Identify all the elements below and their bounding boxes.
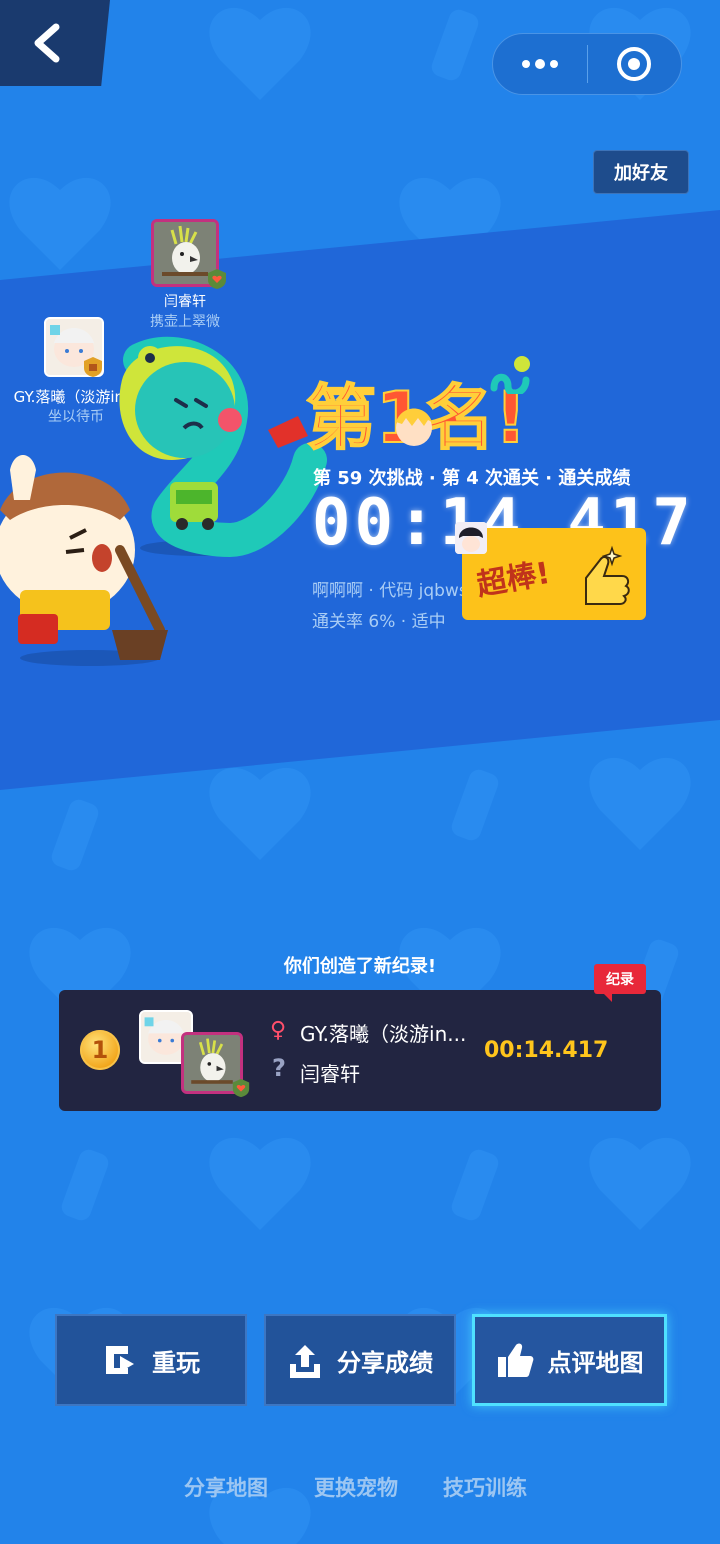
unknown-gender-icon: ?: [272, 1054, 286, 1082]
dark-hair-avatar-icon: [455, 522, 487, 554]
back-button[interactable]: [0, 0, 110, 86]
map-info: 啊啊啊 · 代码 jqbws: [312, 581, 468, 601]
share-result-button[interactable]: 分享成绩: [264, 1314, 456, 1406]
upload-share-icon: [290, 1345, 320, 1378]
record-tag: 纪录: [594, 964, 646, 1002]
player2-name: 闫睿轩: [164, 294, 206, 310]
great-badge: 超棒!: [462, 528, 646, 620]
skill-training-link[interactable]: 技巧训练: [443, 1472, 527, 1502]
close-mini-program-button[interactable]: [588, 34, 682, 94]
add-friend-button[interactable]: 加好友: [593, 150, 689, 194]
pass-rate-info: 通关率 6% · 适中: [312, 612, 446, 632]
change-pet-link[interactable]: 更换宠物: [314, 1472, 398, 1502]
chibi-character-icon: [396, 408, 432, 446]
record-player1-name: GY.落曦（淡游in...: [300, 1022, 467, 1046]
great-badge-text: 超棒!: [474, 555, 553, 604]
target-circle-icon: [617, 47, 652, 81]
more-dots-icon: [521, 59, 558, 69]
snake-mascot-icon: [490, 356, 530, 394]
more-menu-button[interactable]: [493, 34, 587, 94]
heart-badge-icon: [208, 269, 226, 289]
share-result-label: 分享成绩: [337, 1348, 433, 1377]
pet-characters-illustration: [0, 336, 327, 666]
heart-badge-icon: [232, 1078, 250, 1098]
share-map-link[interactable]: 分享地图: [184, 1472, 268, 1502]
replay-icon: [106, 1346, 134, 1374]
record-player2-name: 闫睿轩: [300, 1062, 360, 1086]
replay-label: 重玩: [152, 1348, 200, 1377]
mini-program-capsule: [492, 33, 682, 95]
gold-medal-icon: 1: [80, 1030, 120, 1070]
result-band: [0, 210, 720, 790]
female-gender-icon: ♀: [270, 1018, 287, 1043]
rate-map-label: 点评地图: [547, 1348, 644, 1377]
rate-map-button[interactable]: 点评地图: [472, 1314, 667, 1406]
chevron-left-icon: [34, 23, 60, 63]
small-player-avatar: [455, 522, 487, 554]
thumbs-up-hand-icon: [585, 545, 630, 605]
thumbs-up-icon: [497, 1343, 533, 1377]
replay-button[interactable]: 重玩: [55, 1314, 247, 1406]
record-time: 00:14.417: [484, 1038, 609, 1063]
